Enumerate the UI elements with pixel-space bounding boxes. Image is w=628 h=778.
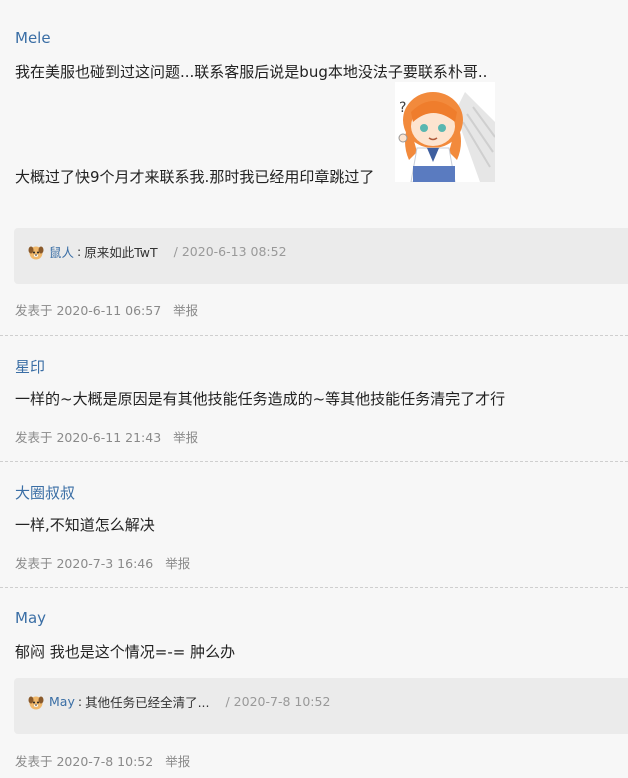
reply-separator: : xyxy=(77,244,82,259)
reply-separator: : xyxy=(77,694,83,709)
reply-box: 鼠人 : 原来如此TwT / 2020-6-13 08:52 xyxy=(14,228,628,284)
anime-girl-sticker: ? xyxy=(395,82,495,182)
svg-text:?: ? xyxy=(399,100,406,116)
report-link[interactable]: 举报 xyxy=(173,303,198,318)
reply-time: / 2020-7-8 10:52 xyxy=(225,694,331,709)
post-content-line: 一样,不知道怎么解决 xyxy=(15,516,155,534)
post-content-line: 我在美服也碰到过这问题...联系客服后说是bug本地没法子要联系朴哥.. xyxy=(15,63,488,81)
post-divider xyxy=(0,461,628,462)
post-author[interactable]: 星印 xyxy=(15,356,45,377)
report-link[interactable]: 举报 xyxy=(165,556,190,571)
reply-line: May : 其他任务已经全清了... / 2020-7-8 10:52 xyxy=(28,692,330,711)
reply-text: 其他任务已经全清了... xyxy=(85,695,210,710)
post-time: 发表于 2020-7-3 16:46 xyxy=(15,556,154,571)
post-meta: 发表于 2020-7-3 16:46 举报 xyxy=(15,553,190,572)
post-time: 发表于 2020-6-11 06:57 xyxy=(15,303,162,318)
report-link[interactable]: 举报 xyxy=(165,754,190,769)
post-time: 发表于 2020-6-11 21:43 xyxy=(15,430,162,445)
post-author[interactable]: Mele xyxy=(15,29,51,47)
post-author[interactable]: May xyxy=(15,609,46,627)
reply-line: 鼠人 : 原来如此TwT / 2020-6-13 08:52 xyxy=(28,242,287,261)
post-divider xyxy=(0,587,628,588)
post-divider xyxy=(0,335,628,336)
reply-text: 原来如此TwT xyxy=(84,245,158,260)
dog-avatar-icon xyxy=(28,246,44,259)
report-link[interactable]: 举报 xyxy=(173,430,198,445)
post-content-line: 大概过了快9个月才来联系我.那时我已经用印章跳过了 xyxy=(15,168,375,186)
post-meta: 发表于 2020-6-11 06:57 举报 xyxy=(15,300,198,319)
reply-user[interactable]: 鼠人 xyxy=(49,242,74,261)
post-content-line: 郁闷 我也是这个情况=-= 肿么办 xyxy=(15,643,236,661)
post-content-line: 一样的~大概是原因是有其他技能任务造成的~等其他技能任务清完了才行 xyxy=(15,390,506,408)
reply-user[interactable]: May xyxy=(49,694,75,709)
dog-avatar-icon xyxy=(28,696,44,709)
reply-box: May : 其他任务已经全清了... / 2020-7-8 10:52 xyxy=(14,678,628,734)
post-time: 发表于 2020-7-8 10:52 xyxy=(15,754,154,769)
post-meta: 发表于 2020-6-11 21:43 举报 xyxy=(15,427,198,446)
post-meta: 发表于 2020-7-8 10:52 举报 xyxy=(15,751,190,770)
post-author[interactable]: 大圈叔叔 xyxy=(15,482,75,503)
reply-time: / 2020-6-13 08:52 xyxy=(173,244,287,259)
